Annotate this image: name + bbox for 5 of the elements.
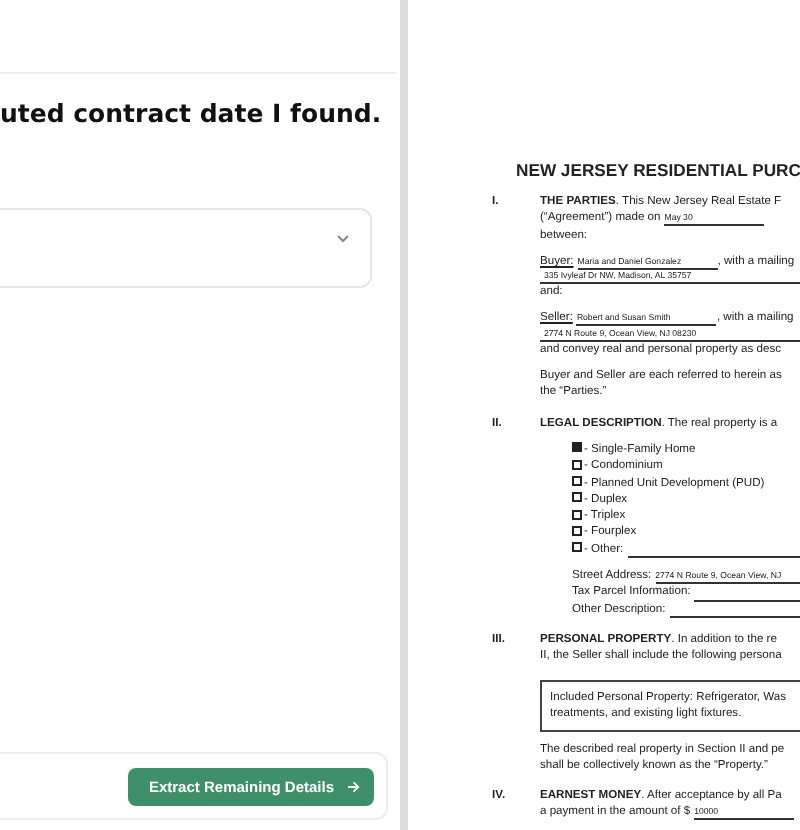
chat-heading: uted contract date I found. <box>0 98 384 128</box>
dropdown[interactable] <box>0 208 372 288</box>
chevron-down-icon <box>336 234 350 244</box>
document-title: NEW JERSEY RESIDENTIAL PURC <box>516 160 800 182</box>
arrow-right-icon <box>346 779 360 793</box>
